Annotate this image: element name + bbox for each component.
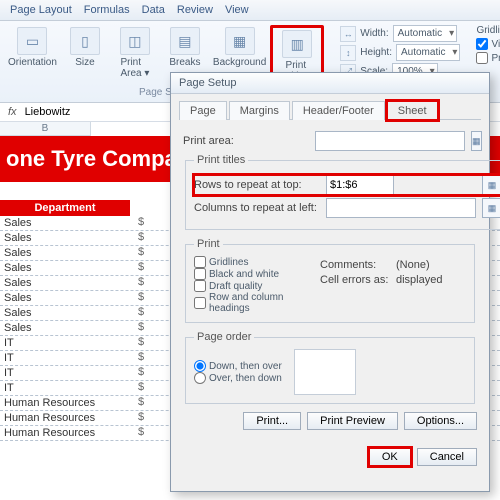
dept-cell: Sales — [0, 231, 138, 245]
cols-repeat-input[interactable] — [326, 198, 476, 218]
print-area-button[interactable]: ◫Print Area ▾ — [111, 25, 159, 85]
currency-cell: $ — [138, 336, 154, 350]
currency-cell: $ — [138, 321, 154, 335]
comments-combo[interactable]: (None) — [396, 259, 466, 271]
currency-cell: $ — [138, 276, 154, 290]
col-header-b[interactable]: B — [0, 122, 91, 136]
currency-cell: $ — [138, 351, 154, 365]
breaks-icon: ▤ — [170, 27, 200, 55]
dlg-tab-page[interactable]: Page — [179, 101, 227, 120]
rowcol-check[interactable]: Row and column headings — [194, 292, 304, 314]
dlg-tab-margins[interactable]: Margins — [229, 101, 290, 120]
dept-cell: Human Resources — [0, 411, 138, 425]
tab-page-layout[interactable]: Page Layout — [10, 4, 72, 16]
orientation-button[interactable]: ▭Orientation — [6, 25, 59, 85]
dlg-tab-header-footer[interactable]: Header/Footer — [292, 101, 385, 120]
currency-cell: $ — [138, 396, 154, 410]
dlg-preview-button[interactable]: Print Preview — [307, 412, 398, 430]
rows-repeat-label: Rows to repeat at top: — [194, 179, 320, 191]
print-fieldset: Print Gridlines Black and white Draft qu… — [185, 238, 475, 323]
dialog-tabs: Page Margins Header/Footer Sheet — [179, 100, 481, 120]
dept-cell: Sales — [0, 306, 138, 320]
dept-cell: Sales — [0, 246, 138, 260]
print-area-input[interactable] — [315, 131, 465, 151]
gridlines-group: Gridlines View Print — [476, 25, 500, 64]
dept-cell: Sales — [0, 216, 138, 230]
page-order-preview-icon — [294, 349, 356, 395]
dept-cell: IT — [0, 381, 138, 395]
currency-cell: $ — [138, 426, 154, 440]
currency-cell: $ — [138, 216, 154, 230]
currency-cell: $ — [138, 381, 154, 395]
fx-label: fx — [8, 106, 17, 118]
currency-cell: $ — [138, 231, 154, 245]
print-titles-fieldset: Print titles Rows to repeat at top: ▦ Co… — [185, 154, 500, 230]
currency-cell: $ — [138, 306, 154, 320]
dept-cell: IT — [0, 366, 138, 380]
tab-formulas[interactable]: Formulas — [84, 4, 130, 16]
down-over-radio[interactable]: Down, then over — [194, 360, 282, 372]
height-combo[interactable]: Automatic — [396, 44, 460, 61]
dept-cell: Human Resources — [0, 396, 138, 410]
department-header: Department — [0, 200, 130, 216]
dept-cell: IT — [0, 351, 138, 365]
print-area-label: Print area: — [183, 135, 309, 147]
width-icon: ↔ — [340, 26, 356, 42]
dept-cell: Sales — [0, 321, 138, 335]
comments-label: Comments: — [320, 259, 390, 271]
dept-cell: Sales — [0, 291, 138, 305]
currency-cell: $ — [138, 246, 154, 260]
gridlines-check[interactable]: Gridlines — [194, 256, 304, 268]
page-setup-dialog: Page Setup Page Margins Header/Footer Sh… — [170, 72, 490, 492]
currency-cell: $ — [138, 411, 154, 425]
currency-cell: $ — [138, 366, 154, 380]
size-icon: ▯ — [70, 27, 100, 55]
width-combo[interactable]: Automatic — [393, 25, 457, 42]
page-order-fieldset: Page order Down, then over Over, then do… — [185, 331, 475, 404]
cols-repeat-label: Columns to repeat at left: — [194, 202, 320, 214]
background-icon: ▦ — [225, 27, 255, 55]
currency-cell: $ — [138, 291, 154, 305]
over-down-radio[interactable]: Over, then down — [194, 372, 282, 384]
height-icon: ↕ — [340, 45, 356, 61]
ribbon-tabs: Page Layout Formulas Data Review View — [0, 0, 500, 21]
orientation-icon: ▭ — [17, 27, 47, 55]
tab-review[interactable]: Review — [177, 4, 213, 16]
tab-view[interactable]: View — [225, 4, 249, 16]
cancel-button[interactable]: Cancel — [417, 448, 477, 466]
rows-repeat-refedit-icon[interactable]: ▦ — [482, 175, 500, 195]
gridlines-print-check[interactable]: Print — [476, 52, 500, 64]
print-area-refedit-icon[interactable]: ▦ — [471, 131, 482, 151]
dlg-print-button[interactable]: Print... — [243, 412, 301, 430]
dlg-options-button[interactable]: Options... — [404, 412, 477, 430]
ok-button[interactable]: OK — [369, 448, 411, 466]
cellerrors-label: Cell errors as: — [320, 274, 390, 286]
print-area-icon: ◫ — [120, 27, 150, 55]
formula-input[interactable] — [23, 105, 169, 119]
print-titles-icon: ▥ — [282, 30, 312, 58]
rows-repeat-input[interactable] — [326, 175, 394, 195]
dlg-tab-sheet[interactable]: Sheet — [387, 101, 438, 120]
bw-check[interactable]: Black and white — [194, 268, 304, 280]
draft-check[interactable]: Draft quality — [194, 280, 304, 292]
gridlines-view-check[interactable]: View — [476, 38, 500, 50]
dept-cell: Sales — [0, 276, 138, 290]
cols-repeat-refedit-icon[interactable]: ▦ — [482, 198, 500, 218]
dept-cell: Human Resources — [0, 426, 138, 440]
currency-cell: $ — [138, 261, 154, 275]
size-button[interactable]: ▯Size — [61, 25, 109, 85]
tab-data[interactable]: Data — [142, 4, 165, 16]
dialog-title: Page Setup — [171, 73, 489, 94]
cellerrors-combo[interactable]: displayed — [396, 274, 466, 286]
dept-cell: IT — [0, 336, 138, 350]
dept-cell: Sales — [0, 261, 138, 275]
